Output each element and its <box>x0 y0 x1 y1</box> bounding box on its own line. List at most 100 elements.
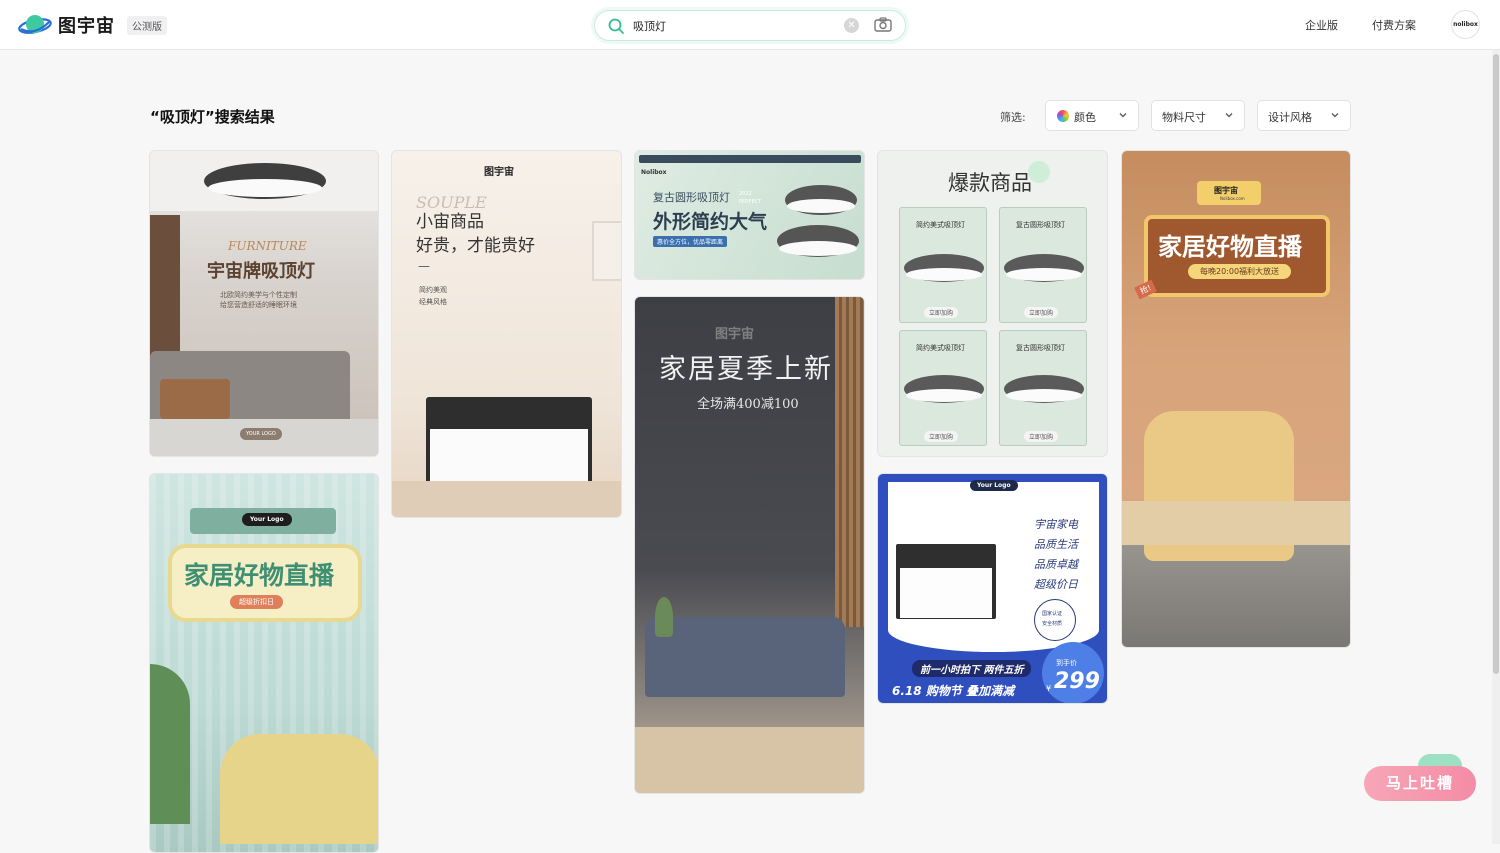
card-dash: — <box>418 259 430 273</box>
plant <box>150 664 190 824</box>
promo-bar: 6.18 购物节 叠加满减 <box>892 684 1014 698</box>
card-script: FURNITURE <box>228 239 307 253</box>
product-tile: 简约美式吸顶灯 立即加购 <box>899 207 987 323</box>
card-title: 小宙商品 <box>416 212 484 232</box>
filter-label: 筛选: <box>1000 111 1026 124</box>
template-card-bedroom[interactable]: FURNITURE 宇宙牌吸顶灯 北欧简约美学与个性定制 给您营造舒适的睡眠环境… <box>149 150 379 457</box>
card-brand: 图宇宙 <box>1214 186 1238 195</box>
color-filter-label: 颜色 <box>1074 111 1096 124</box>
logo-text: 图宇宙 <box>58 16 115 37</box>
scrollbar-thumb[interactable] <box>1493 54 1499 674</box>
feedback-button[interactable]: 马上吐槽 <box>1364 766 1476 801</box>
card-line: 宇宙家电 <box>1034 518 1078 531</box>
template-card-small-shop[interactable]: 图宇宙 SOUPLE 小宙商品 好贵，才能贵好 — 简约美观 经典风格 <box>391 150 622 518</box>
card-logo: Your Logo <box>242 513 292 526</box>
plant <box>655 597 673 637</box>
floor <box>392 481 621 517</box>
template-card-appliance[interactable]: Your Logo 宇宙家电 品质生活 品质卓越 超级价日 国家认证 安全材质 … <box>877 473 1108 704</box>
card-subtitle: 好贵，才能贵好 <box>416 236 535 256</box>
enterprise-link[interactable]: 企业版 <box>1305 17 1338 33</box>
product-tile: 复古圆形吸顶灯 立即加购 <box>999 207 1087 323</box>
wall-panel <box>150 215 180 365</box>
card-brand: 图宇宙 <box>484 167 514 178</box>
search-input[interactable] <box>633 17 833 35</box>
add-to-cart-button[interactable]: 立即加购 <box>1024 307 1059 318</box>
template-card-live-teal[interactable]: Your Logo 家居好物直播 超级折扣日 <box>149 473 379 853</box>
lamp-glow <box>1006 268 1082 281</box>
color-wheel-icon <box>1057 110 1069 122</box>
lamp-glow <box>1006 389 1082 402</box>
card-line: 北欧简约美学与个性定制 <box>220 291 297 299</box>
wall-frame <box>592 221 621 281</box>
card-tag: 惠价全方位，优品零距离 <box>653 236 728 247</box>
size-filter-label: 物料尺寸 <box>1162 111 1206 124</box>
camera-icon[interactable] <box>874 17 892 33</box>
search-icon <box>608 18 624 34</box>
card-line: 品质卓越 <box>1034 558 1078 571</box>
floor <box>635 727 864 793</box>
lamp-glow <box>208 179 322 197</box>
card-title: 家居夏季上新 <box>659 354 833 385</box>
card-year: 2022 <box>739 191 752 197</box>
chevron-down-icon <box>1119 113 1127 118</box>
pricing-link[interactable]: 付费方案 <box>1372 17 1416 33</box>
card-title: 爆款商品 <box>948 171 1032 195</box>
product-tile: 复古圆形吸顶灯 立即加购 <box>999 330 1087 446</box>
card-line: 复古圆形吸顶灯 <box>653 191 730 204</box>
card-top-bar <box>639 155 861 163</box>
card-subtitle: 每晚20:00福利大放送 <box>1188 264 1292 279</box>
armchair <box>220 734 378 844</box>
lamp-glow <box>906 389 982 402</box>
promo-bar: 前一小时拍下 两件五折 <box>912 660 1032 677</box>
sofa <box>645 617 845 697</box>
page-scrollbar[interactable] <box>1492 50 1500 844</box>
price-label: 到手价 <box>1056 659 1077 667</box>
size-filter-dropdown[interactable]: 物料尺寸 <box>1151 100 1245 131</box>
add-to-cart-button[interactable]: 立即加购 <box>924 431 959 442</box>
product-name: 复古圆形吸顶灯 <box>1016 344 1065 352</box>
clear-search-icon[interactable]: ✕ <box>844 18 859 33</box>
card-brand-sub: Nolibox.com <box>1220 196 1245 201</box>
card-perfect: PERFECT <box>739 199 762 205</box>
beta-badge: 公测版 <box>127 15 167 35</box>
card-line: 经典风格 <box>419 298 447 306</box>
lamp-glow <box>779 241 857 256</box>
add-to-cart-button[interactable]: 立即加购 <box>924 307 959 318</box>
template-card-hot-products[interactable]: 爆款商品 简约美式吸顶灯 立即加购 复古圆形吸顶灯 立即加购 简约美式吸顶灯 立… <box>877 150 1108 457</box>
lamp-glow <box>900 568 992 618</box>
card-line: 给您营造舒适的睡眠环境 <box>220 301 297 309</box>
card-title: 家居好物直播 <box>184 561 335 590</box>
card-brand: 图宇宙 <box>715 327 755 342</box>
currency-symbol: ¥ <box>1046 684 1052 693</box>
card-line: 品质生活 <box>1034 538 1078 551</box>
card-title: 外形简约大气 <box>653 211 768 233</box>
blanket <box>160 379 230 419</box>
product-name: 简约美式吸顶灯 <box>916 221 965 229</box>
lamp-glow <box>906 268 982 281</box>
chevron-down-icon <box>1225 113 1233 118</box>
style-filter-dropdown[interactable]: 设计风格 <box>1257 100 1351 131</box>
template-card-live-stream[interactable]: 图宇宙 Nolibox.com 家居好物直播 每晚20:00福利大放送 抢! <box>1121 150 1351 648</box>
card-brand: Nolibox <box>641 169 667 176</box>
page-title: “吸顶灯”搜索结果 <box>150 108 275 126</box>
top-bar: 图宇宙 公测版 ✕ 企业版 付费方案 nolibox <box>0 0 1500 50</box>
card-subtitle: 超级折扣日 <box>230 595 283 609</box>
logo[interactable]: 图宇宙 公测版 <box>18 12 167 38</box>
avatar[interactable]: nolibox <box>1451 10 1480 39</box>
card-subtitle: 全场满400减100 <box>697 397 799 412</box>
wood-slats <box>835 297 864 627</box>
planet-logo-icon <box>18 15 52 34</box>
price-value: 299 <box>1054 669 1100 694</box>
seal-line: 国家认证 <box>1042 611 1063 617</box>
add-to-cart-button[interactable]: 立即加购 <box>1024 431 1059 442</box>
sofa-cushion <box>1122 501 1350 545</box>
lamp-glow <box>787 199 855 213</box>
color-filter-dropdown[interactable]: 颜色 <box>1045 100 1139 131</box>
template-card-summer-new[interactable]: 图宇宙 家居夏季上新 全场满400减100 <box>634 296 865 794</box>
template-card-retro-lamp[interactable]: Nolibox 复古圆形吸顶灯 2022 PERFECT 外形简约大气 惠价全方… <box>634 150 865 280</box>
card-title: 家居好物直播 <box>1158 233 1302 261</box>
product-name: 复古圆形吸顶灯 <box>1016 221 1065 229</box>
search-bar: ✕ <box>594 10 906 41</box>
card-line: 简约美观 <box>419 286 447 294</box>
card-line: 超级价日 <box>1034 578 1078 591</box>
